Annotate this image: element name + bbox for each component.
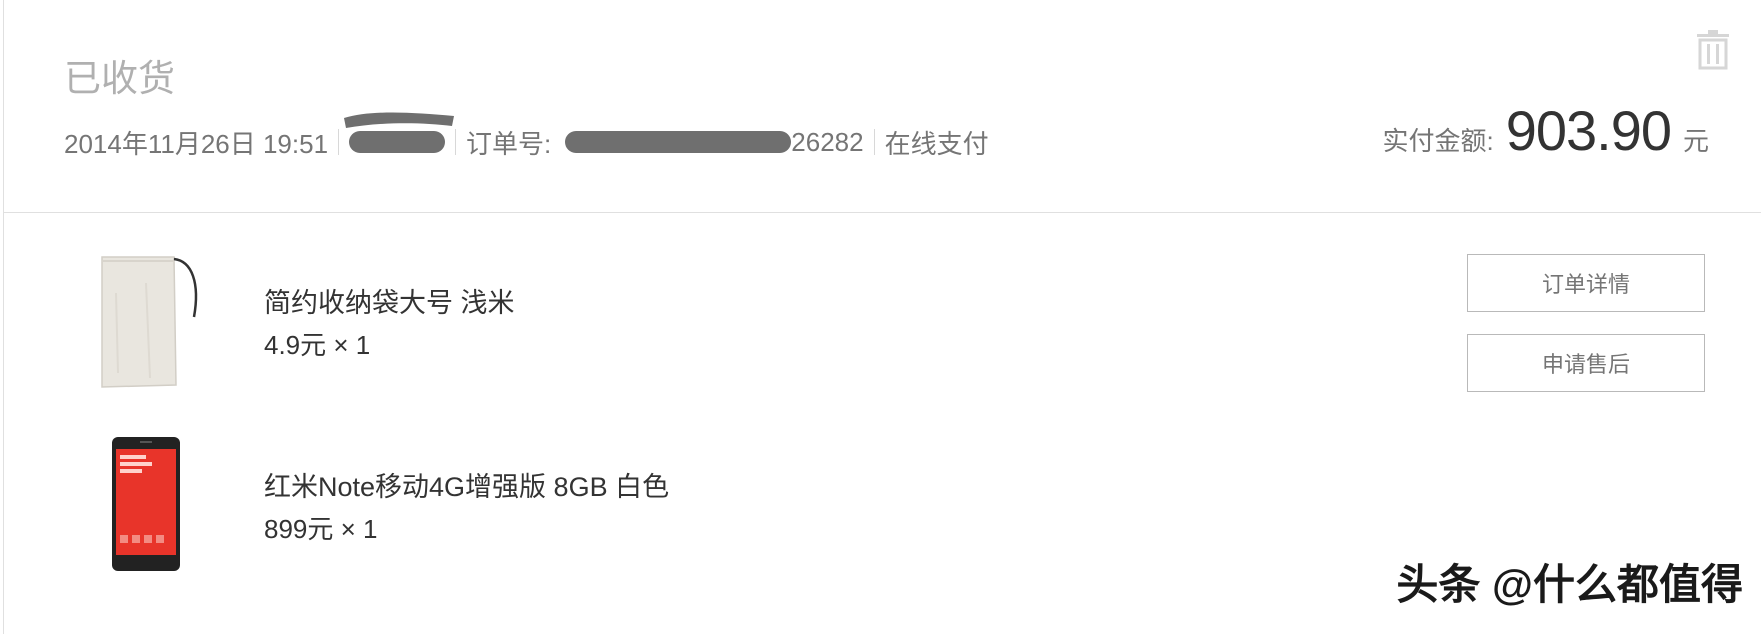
item-price: 4.9元 × 1 [264,330,371,360]
item-price: 899元 × 1 [264,514,378,544]
order-header: 已收货 2014年11月26日 19:51 订单号: 26282 在线支付 实付… [4,0,1761,213]
order-number-tail: 26282 [791,126,864,157]
list-item: 简约收纳袋大号 浅米 4.9元 × 1 [4,253,1004,403]
item-name[interactable]: 红米Note移动4G增强版 8GB 白色 [264,465,669,504]
paid-amount-value: 903.90 [1505,99,1672,162]
watermark: 头条 @什么都值得 [1396,561,1743,608]
order-detail-button[interactable]: 订单详情 [1467,254,1705,312]
order-items: 简约收纳袋大号 浅米 4.9元 × 1 红米Note移动4G增强版 8GB 白色… [4,213,1761,634]
divider [873,129,875,155]
payment-method: 在线支付 [884,128,989,159]
order-card: 已收货 2014年11月26日 19:51 订单号: 26282 在线支付 实付… [3,0,1761,634]
redacted-order-number [565,131,792,153]
order-meta: 2014年11月26日 19:51 订单号: 26282 在线支付 [64,124,989,160]
list-item: 红米Note移动4G增强版 8GB 白色 899元 × 1 [4,435,1004,585]
order-datetime: 2014年11月26日 19:51 [64,128,329,159]
phone-image[interactable] [96,435,206,575]
paid-amount-label: 实付金额: [1382,126,1494,156]
trash-icon[interactable] [1695,30,1731,70]
order-number-label: 订单号: [466,128,552,159]
item-name[interactable]: 简约收纳袋大号 浅米 [264,281,515,320]
paid-amount-unit: 元 [1682,126,1709,156]
after-sale-button[interactable]: 申请售后 [1467,334,1705,392]
storage-bag-image[interactable] [96,253,206,393]
paid-amount: 实付金额: 903.90 元 [1382,98,1709,163]
divider [338,129,340,155]
order-status: 已收货 [64,58,175,99]
redaction-scribble [344,112,454,128]
